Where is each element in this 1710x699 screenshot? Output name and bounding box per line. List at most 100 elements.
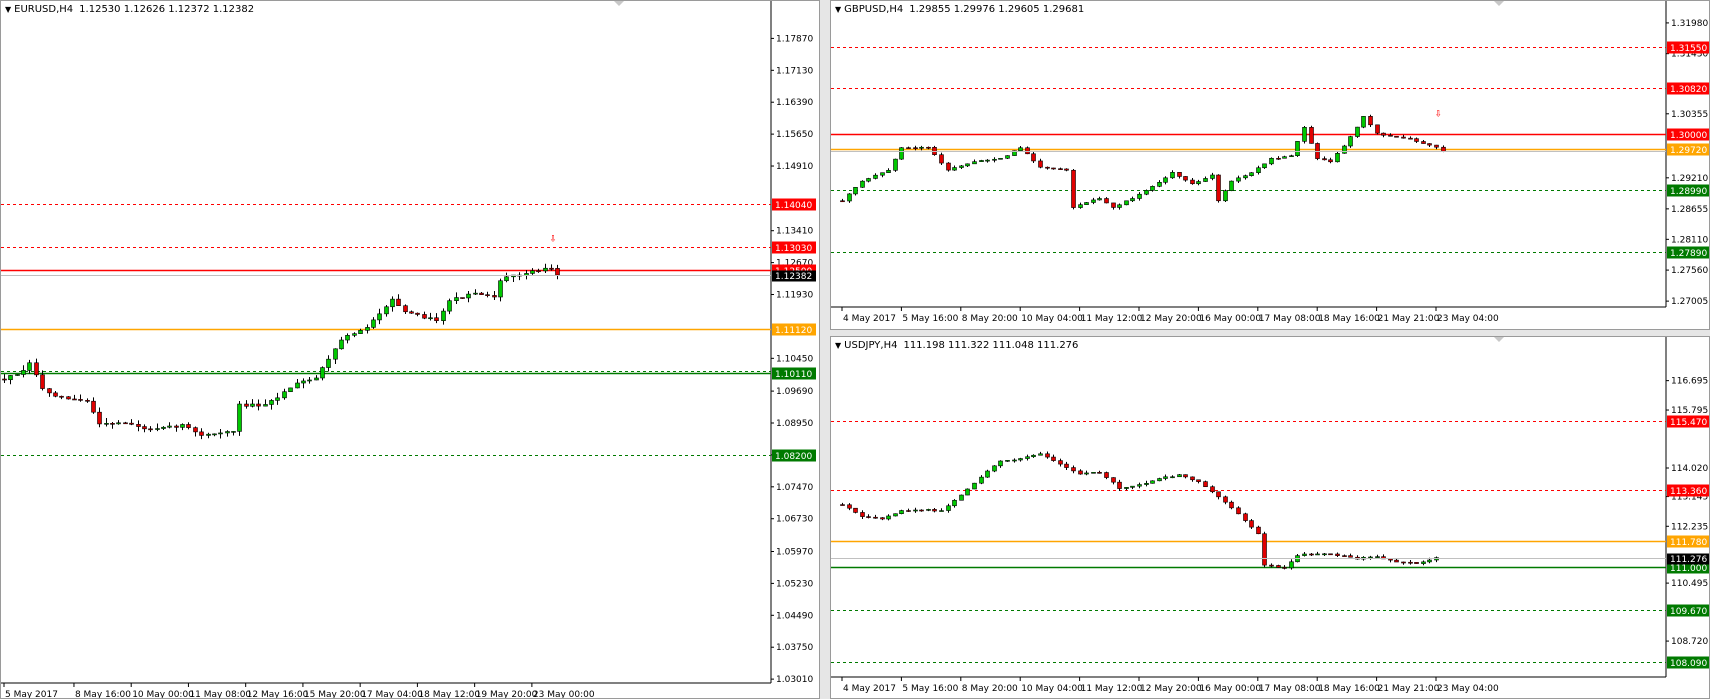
price-tick-label: 1.09690 [776, 387, 813, 397]
bear-candle [85, 400, 90, 402]
price-tick-label: 1.03010 [776, 675, 813, 685]
collapse-triangle-icon[interactable]: ▼ [5, 5, 11, 14]
bull-candle [1427, 559, 1432, 563]
bull-candle [873, 174, 878, 179]
time-tick-label: 4 May 2017 [843, 314, 896, 324]
bear-candle [1282, 567, 1287, 569]
chart-shift-marker-icon[interactable] [1494, 337, 1504, 342]
time-tick-label: 19 May 20:00 [476, 690, 538, 699]
bull-candle [269, 400, 274, 405]
bear-candle [1375, 124, 1380, 134]
chart-symbol-title: GBPUSD,H4 [844, 4, 904, 15]
bull-candle [1361, 116, 1366, 128]
collapse-triangle-icon[interactable]: ▼ [835, 341, 841, 350]
price-tick-label: 1.05230 [776, 579, 813, 589]
bear-candle [396, 298, 401, 307]
bear-candle [34, 362, 39, 376]
chart-shift-marker-icon[interactable] [614, 1, 624, 6]
bear-candle [123, 422, 128, 425]
time-tick-label: 17 May 08:00 [1259, 314, 1321, 324]
bull-candle [965, 488, 970, 496]
bull-candle [992, 465, 997, 472]
support-level-label: 111.000 [1670, 564, 1707, 574]
bear-candle [1427, 143, 1432, 146]
current-price-label: 111.276 [1670, 555, 1707, 565]
bull-candle [231, 431, 236, 433]
bear-candle [1414, 562, 1419, 564]
bull-candle [1223, 190, 1228, 202]
price-tick-label: 1.30355 [1671, 110, 1708, 120]
gbpusd-chart-window[interactable]: ▼ GBPUSD,H4 1.29855 1.29976 1.29605 1.2968… [830, 0, 1710, 330]
bull-candle [345, 335, 350, 341]
bull-candle [339, 339, 344, 350]
bull-candle [161, 426, 166, 429]
bear-candle [1434, 144, 1439, 148]
bull-candle [1335, 153, 1340, 163]
bull-candle [498, 280, 503, 298]
bear-candle [906, 510, 911, 512]
support-level-label: 1.08200 [775, 452, 812, 462]
bear-candle [47, 388, 52, 394]
time-tick-label: 18 May 16:00 [1318, 314, 1380, 324]
bull-candle [1150, 186, 1155, 191]
bear-candle [1269, 564, 1274, 567]
bull-candle [250, 403, 255, 407]
bear-candle [91, 400, 96, 413]
time-tick-label: 16 May 00:00 [1199, 684, 1261, 694]
bull-candle [952, 167, 957, 171]
bear-candle [1183, 176, 1188, 181]
bull-candle [504, 276, 509, 282]
bull-candle [853, 187, 858, 195]
bull-candle [893, 158, 898, 171]
bear-candle [1051, 456, 1056, 461]
price-tick-label: 1.11930 [776, 291, 813, 301]
time-tick-label: 8 May 16:00 [75, 690, 131, 699]
bull-candle [1368, 556, 1373, 559]
eurusd-chart-canvas[interactable]: 1.17870 1.17130 1.16390 1.15650 1.14910 1.134… [1, 1, 820, 699]
bull-candle [998, 460, 1003, 467]
bull-candle [1084, 202, 1089, 205]
price-tick-label: 1.29210 [1671, 174, 1708, 184]
bull-candle [218, 432, 223, 435]
usdjpy-chart-window[interactable]: ▼ USDJPY,H4 111.198 111.322 111.048 111.27… [830, 336, 1710, 699]
bull-candle [1130, 198, 1135, 202]
bear-candle [174, 425, 179, 428]
bull-candle [1130, 485, 1135, 488]
bull-candle [899, 510, 904, 515]
time-tick-label: 18 May 12:00 [418, 690, 480, 699]
collapse-triangle-icon[interactable]: ▼ [835, 5, 841, 14]
bear-candle [873, 516, 878, 519]
bull-candle [1269, 157, 1274, 165]
bull-candle [454, 297, 459, 301]
resistance-level-label: 1.14040 [775, 201, 812, 211]
chart-shift-marker-icon[interactable] [1494, 1, 1504, 6]
bear-candle [1368, 116, 1373, 126]
time-tick-label: 8 May 20:00 [962, 314, 1018, 324]
bull-candle [384, 306, 389, 315]
bear-candle [1216, 174, 1221, 202]
bull-candle [301, 380, 306, 384]
bull-candle [326, 358, 331, 368]
bull-candle [1005, 155, 1010, 159]
price-tick-label: 1.31980 [1671, 19, 1708, 29]
bull-candle [946, 505, 951, 511]
bull-candle [1315, 553, 1320, 556]
gbpusd-chart-canvas[interactable]: 1.319801.314301.303551.292101.286551.281… [831, 1, 1710, 330]
bear-candle [866, 516, 871, 518]
price-tick-label: 1.27560 [1671, 266, 1708, 276]
price-tick-label: 1.28655 [1671, 205, 1708, 215]
bull-candle [1236, 177, 1241, 182]
bear-candle [1309, 553, 1314, 556]
time-tick-label: 10 May 00:00 [132, 690, 194, 699]
bull-candle [8, 375, 13, 381]
price-tick-label: 1.10450 [776, 354, 813, 364]
bear-candle [1111, 477, 1116, 483]
bull-candle [358, 330, 363, 334]
bear-candle [110, 423, 115, 425]
price-tick-label: 1.15650 [776, 130, 813, 140]
bear-candle [1421, 141, 1426, 144]
eurusd-chart-window[interactable]: ▼ EURUSD,H4 1.12530 1.12626 1.12372 1.1238… [0, 0, 820, 699]
usdjpy-chart-canvas[interactable]: 116.695115.795114.020113.145112.235110.4… [831, 337, 1710, 699]
bull-candle [1302, 127, 1307, 142]
bull-candle [1282, 156, 1287, 159]
